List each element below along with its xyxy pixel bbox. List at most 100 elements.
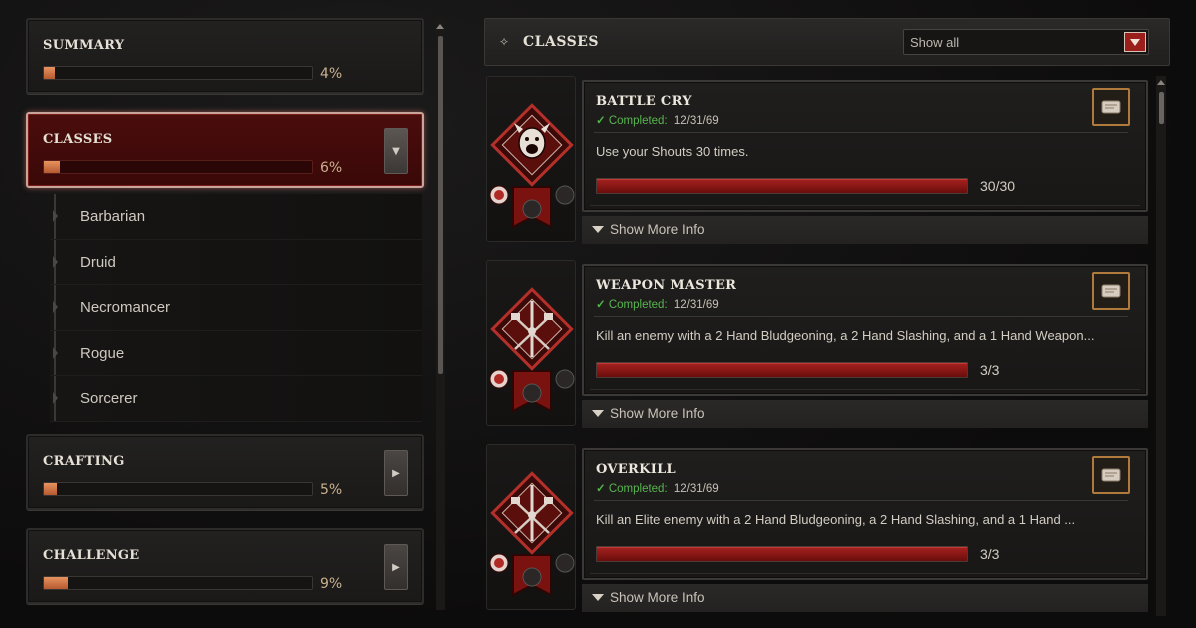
achievement-count: 3/3: [980, 362, 1000, 378]
expand-button[interactable]: ▶: [384, 544, 408, 590]
achievement-item: OVERKILL ✓ Completed: 12/31/69 Kill an E…: [486, 444, 1150, 614]
reward-button[interactable]: [1092, 456, 1130, 494]
category-title: CRAFTING: [43, 454, 125, 469]
achievement-title: WEAPON MASTER: [596, 278, 737, 293]
chevron-right-icon: ▶: [392, 467, 400, 479]
checkmark-icon: ✓: [596, 299, 606, 311]
scroll-reward-icon: [1101, 468, 1121, 482]
achievement-description: Kill an enemy with a 2 Hand Bludgeoning,…: [596, 328, 1095, 343]
completion-status: ✓ Completed: 12/31/69: [596, 481, 719, 495]
achievement-progress-bar: [596, 362, 968, 378]
chevron-down-icon: [1130, 38, 1140, 46]
achievement-item: BATTLE CRY ✓ Completed: 12/31/69 Use you…: [486, 76, 1150, 246]
category-title: CHALLENGE: [43, 548, 140, 563]
category-percent: 5%: [320, 482, 343, 498]
category-progress-fill: [44, 483, 58, 495]
completed-label: Completed:: [608, 483, 668, 495]
subcategory-barbarian[interactable]: Barbarian: [50, 194, 422, 240]
collapse-button[interactable]: ▼: [384, 128, 408, 174]
show-more-label: Show More Info: [610, 406, 705, 421]
crossed-weapons-icon: [486, 260, 576, 426]
achievement-progress-fill: [597, 179, 967, 193]
right-scrollbar[interactable]: [1156, 76, 1166, 616]
scrollbar-thumb[interactable]: [438, 36, 443, 374]
category-percent: 6%: [320, 160, 343, 176]
category-progress-bar: [43, 160, 313, 174]
category-summary[interactable]: SUMMARY 4%: [26, 18, 424, 94]
achievement-progress-fill: [597, 547, 967, 561]
achievement-description: Use your Shouts 30 times.: [596, 144, 749, 159]
completion-status: ✓ Completed: 12/31/69: [596, 113, 719, 127]
achievement-progress-bar: [596, 546, 968, 562]
category-challenge[interactable]: CHALLENGE 9% ▶: [26, 528, 424, 604]
completion-status: ✓ Completed: 12/31/69: [596, 297, 719, 311]
filter-dropdown[interactable]: Show all: [903, 29, 1149, 55]
reward-button[interactable]: [1092, 88, 1130, 126]
category-title: SUMMARY: [43, 38, 125, 53]
show-more-label: Show More Info: [610, 590, 705, 605]
show-more-info-button[interactable]: Show More Info: [582, 216, 1148, 244]
scroll-reward-icon: [1101, 100, 1121, 114]
achievement-count: 3/3: [980, 546, 1000, 562]
expand-button[interactable]: ▶: [384, 450, 408, 496]
divider: [594, 316, 1128, 317]
subcategory-label: Rogue: [80, 344, 125, 362]
dropdown-button[interactable]: [1124, 32, 1146, 52]
completed-label: Completed:: [608, 299, 668, 311]
completion-date: 12/31/69: [673, 299, 719, 311]
chevron-down-icon: [592, 226, 604, 233]
show-more-info-button[interactable]: Show More Info: [582, 400, 1148, 428]
scrollbar-thumb[interactable]: [1159, 92, 1164, 124]
achievement-progress-fill: [597, 363, 967, 377]
subcategory-label: Sorcerer: [80, 390, 138, 407]
scroll-up-icon[interactable]: [1157, 80, 1165, 85]
left-scrollbar[interactable]: [436, 20, 445, 610]
subcategory-sorcerer[interactable]: Sorcerer: [50, 376, 422, 422]
subcategory-druid[interactable]: Druid: [50, 239, 422, 285]
achievement-description: Kill an Elite enemy with a 2 Hand Bludge…: [596, 512, 1076, 527]
divider: [594, 500, 1128, 501]
subcategory-rogue[interactable]: Rogue: [50, 330, 422, 376]
checkmark-icon: ✓: [596, 483, 606, 495]
achievement-item: WEAPON MASTER ✓ Completed: 12/31/69 Kill…: [486, 260, 1150, 430]
category-progress-fill: [44, 67, 55, 79]
section-title: CLASSES: [523, 34, 600, 50]
tree-branch-icon: [53, 301, 58, 313]
reward-button[interactable]: [1092, 272, 1130, 310]
achievement-card[interactable]: WEAPON MASTER ✓ Completed: 12/31/69 Kill…: [582, 264, 1148, 396]
show-more-info-button[interactable]: Show More Info: [582, 584, 1148, 612]
subcategory-label: Druid: [80, 253, 116, 271]
chevron-down-icon: ▼: [392, 145, 400, 157]
tree-branch-icon: [53, 392, 58, 404]
scroll-reward-icon: [1101, 284, 1121, 298]
chevron-down-icon: [592, 410, 604, 417]
achievement-card[interactable]: BATTLE CRY ✓ Completed: 12/31/69 Use you…: [582, 80, 1148, 212]
achievement-title: OVERKILL: [596, 462, 676, 477]
shouting-barbarian-icon: [486, 76, 576, 242]
checkmark-icon: ✓: [596, 115, 606, 127]
scroll-up-icon[interactable]: [436, 24, 444, 29]
tree-branch-icon: [53, 210, 58, 222]
category-list: SUMMARY 4% CLASSES 6% ▼ Barbarian Druid …: [26, 18, 426, 618]
subcategory-necromancer[interactable]: Necromancer: [50, 285, 422, 331]
achievement-progress-bar: [596, 178, 968, 194]
subcategory-list: Barbarian Druid Necromancer Rogue Sorcer…: [50, 194, 422, 424]
achievement-count: 30/30: [980, 178, 1016, 194]
chevron-right-icon: ▶: [392, 561, 400, 573]
completion-date: 12/31/69: [673, 115, 719, 127]
tree-branch-icon: [53, 346, 58, 359]
category-classes[interactable]: CLASSES 6% ▼: [26, 112, 424, 188]
category-progress-fill: [44, 161, 61, 173]
completed-label: Completed:: [608, 115, 668, 127]
show-more-label: Show More Info: [610, 222, 705, 237]
category-progress-fill: [44, 577, 69, 589]
category-crafting[interactable]: CRAFTING 5% ▶: [26, 434, 424, 510]
subcategory-label: Barbarian: [80, 208, 146, 225]
completion-date: 12/31/69: [673, 483, 719, 495]
tree-branch-icon: [53, 255, 58, 268]
achievement-card[interactable]: OVERKILL ✓ Completed: 12/31/69 Kill an E…: [582, 448, 1148, 580]
section-header: ✧ CLASSES Show all: [484, 18, 1170, 66]
category-progress-bar: [43, 482, 313, 496]
category-progress-bar: [43, 66, 313, 80]
category-title: CLASSES: [43, 132, 113, 147]
